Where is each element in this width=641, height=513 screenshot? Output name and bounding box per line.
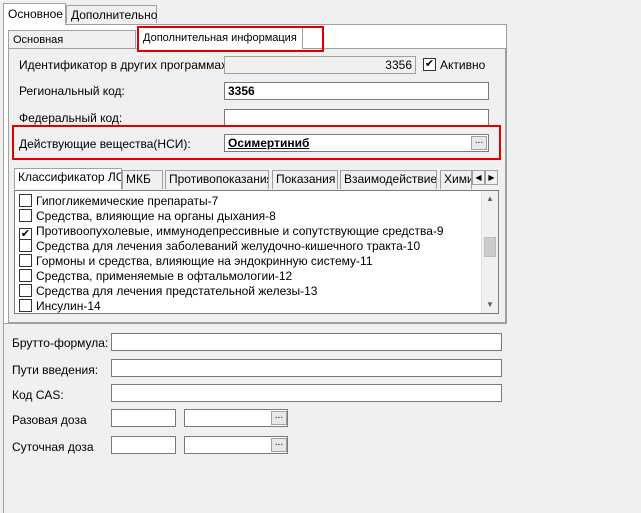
list-item[interactable]: Средства для лечения заболеваний желудоч… bbox=[19, 239, 420, 254]
item-checkbox[interactable] bbox=[19, 194, 32, 207]
routes-label: Пути введения: bbox=[12, 363, 99, 377]
tab-additional[interactable]: Дополнительно bbox=[66, 5, 157, 23]
active-label: Активно bbox=[440, 58, 486, 72]
list-item[interactable]: ✔ Противоопухолевые, иммунодепрессивные и… bbox=[19, 224, 444, 241]
active-checkbox[interactable]: ✔ bbox=[423, 58, 436, 71]
list-item-label: Инсулин-14 bbox=[36, 299, 101, 313]
item-checkbox[interactable] bbox=[19, 209, 32, 222]
tab-contraindications[interactable]: Противопоказания bbox=[165, 170, 269, 189]
item-checkbox[interactable] bbox=[19, 284, 32, 297]
item-checkbox[interactable] bbox=[19, 254, 32, 267]
list-item[interactable]: Гипогликемические препараты-7 bbox=[19, 194, 218, 209]
daily-dose-label: Суточная доза bbox=[12, 440, 94, 454]
tab-basic-info[interactable]: Основная информация bbox=[8, 30, 136, 64]
list-item[interactable]: Инсулин-14 bbox=[19, 299, 101, 313]
routes-input[interactable] bbox=[111, 359, 502, 377]
tab-interaction[interactable]: Взаимодействие bbox=[340, 170, 437, 189]
single-dose-label: Разовая доза bbox=[12, 413, 87, 427]
regional-code-input[interactable]: 3356 bbox=[224, 82, 489, 100]
scroll-thumb[interactable] bbox=[484, 237, 496, 257]
regional-code-label: Региональный код: bbox=[19, 84, 125, 98]
list-item[interactable]: Гормоны и средства, влияющие на эндокрин… bbox=[19, 254, 373, 269]
substances-input[interactable]: Осимертиниб bbox=[224, 134, 489, 152]
item-checkbox[interactable] bbox=[19, 269, 32, 282]
list-item-label: Средства, влияющие на органы дыхания-8 bbox=[36, 209, 276, 223]
daily-dose-ellipsis-button[interactable]: ... bbox=[271, 438, 287, 452]
substances-ellipsis-button[interactable]: ... bbox=[471, 136, 487, 150]
tab-additional-info[interactable]: Дополнительная информация bbox=[138, 27, 303, 49]
list-item-label: Противоопухолевые, иммунодепрессивные и … bbox=[36, 224, 444, 238]
list-item-label: Гормоны и средства, влияющие на эндокрин… bbox=[36, 254, 373, 268]
classifier-list[interactable]: Гипогликемические препараты-7 Средства, … bbox=[14, 190, 499, 314]
tab-indications[interactable]: Показания bbox=[272, 170, 338, 189]
ext-id-field: 3356 bbox=[224, 56, 416, 74]
tab-main[interactable]: Основное bbox=[3, 3, 66, 25]
arrow-left-icon: ◀ bbox=[475, 173, 482, 182]
cas-input[interactable] bbox=[111, 384, 502, 402]
ext-id-label: Идентификатор в других программах: bbox=[19, 58, 231, 72]
list-item-label: Средства для лечения предстательной желе… bbox=[36, 284, 318, 298]
formula-label: Брутто-формула: bbox=[12, 336, 109, 350]
list-item-label: Гипогликемические препараты-7 bbox=[36, 194, 219, 208]
cas-label: Код CAS: bbox=[12, 388, 64, 402]
tabs-scroll-left-button[interactable]: ◀ bbox=[472, 170, 485, 185]
substances-label: Действующие вещества(НСИ): bbox=[19, 137, 191, 151]
scroll-up-icon[interactable]: ▲ bbox=[482, 191, 498, 207]
scroll-down-icon[interactable]: ▼ bbox=[482, 297, 498, 313]
tabs-scroll-right-button[interactable]: ▶ bbox=[485, 170, 498, 185]
arrow-right-icon: ▶ bbox=[488, 173, 495, 182]
item-checkbox[interactable] bbox=[19, 299, 32, 312]
list-item-label: Средства для лечения заболеваний желудоч… bbox=[36, 239, 421, 253]
list-item[interactable]: Средства, влияющие на органы дыхания-8 bbox=[19, 209, 276, 224]
tab-classifier[interactable]: Классификатор ЛС bbox=[14, 168, 122, 189]
checkmark-icon: ✔ bbox=[424, 58, 435, 70]
list-item-label: Средства, применяемые в офтальмологии-12 bbox=[36, 269, 293, 283]
single-dose-input[interactable] bbox=[111, 409, 176, 427]
federal-code-label: Федеральный код: bbox=[19, 111, 123, 125]
single-dose-ellipsis-button[interactable]: ... bbox=[271, 411, 287, 425]
formula-input[interactable] bbox=[111, 333, 502, 351]
list-item[interactable]: Средства, применяемые в офтальмологии-12 bbox=[19, 269, 292, 284]
left-border bbox=[3, 324, 4, 513]
daily-dose-input[interactable] bbox=[111, 436, 176, 454]
federal-code-input[interactable] bbox=[224, 109, 489, 127]
tab-icd[interactable]: МКБ bbox=[122, 170, 163, 189]
list-item[interactable]: Средства для лечения предстательной желе… bbox=[19, 284, 317, 299]
item-checkbox[interactable] bbox=[19, 239, 32, 252]
list-scrollbar[interactable]: ▲ ▼ bbox=[481, 191, 498, 313]
tab-chemistry[interactable]: Хими bbox=[440, 170, 472, 189]
